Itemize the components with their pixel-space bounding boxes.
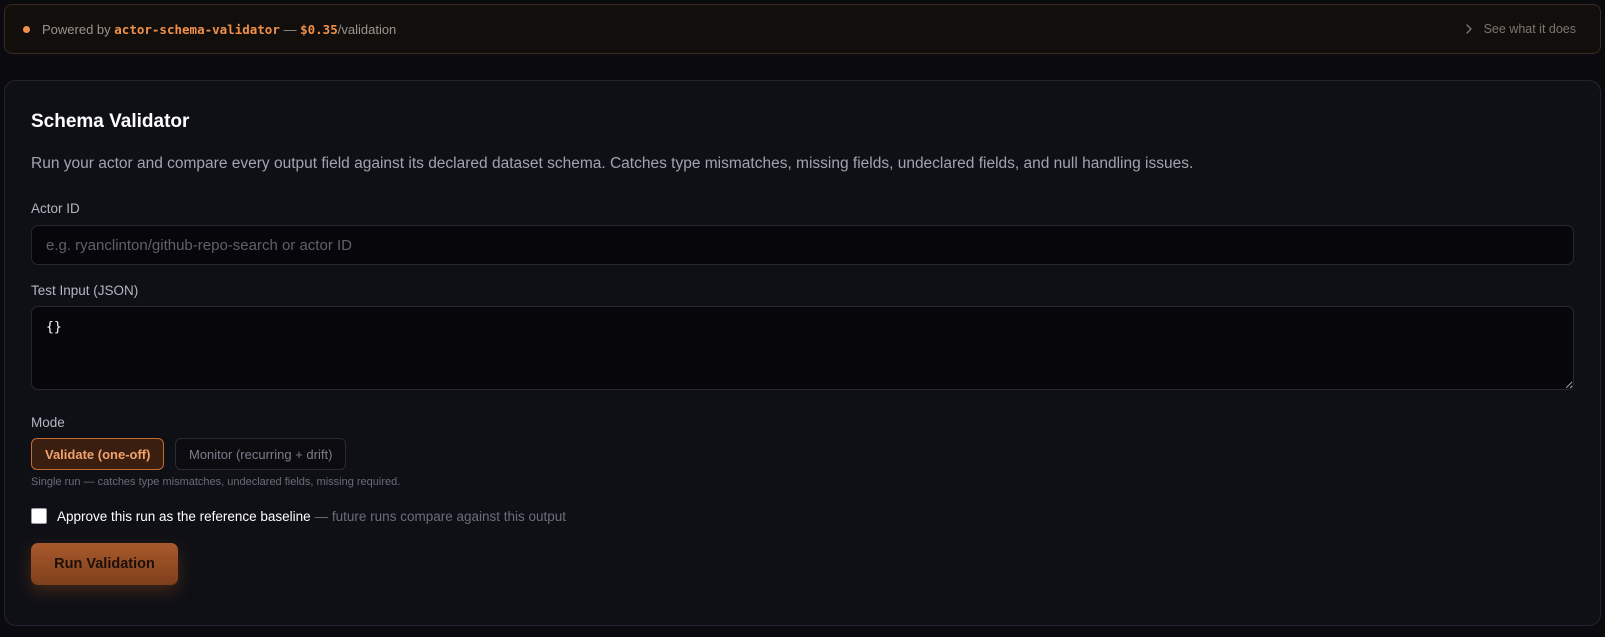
baseline-label: Approve this run as the reference baseli… [57, 508, 311, 524]
mode-label: Mode [31, 415, 65, 430]
banner-info: Powered by actor-schema-validator — $0.3… [23, 22, 396, 37]
see-what-it-does-label: See what it does [1483, 22, 1576, 36]
actor-id-input[interactable] [31, 225, 1574, 265]
run-validation-button[interactable]: Run Validation [31, 543, 178, 585]
chevron-right-icon [1465, 24, 1472, 34]
powered-by-text: Powered by [42, 21, 111, 37]
pricing-banner: Powered by actor-schema-validator — $0.3… [4, 4, 1601, 54]
price-suffix: /validation [337, 21, 397, 37]
test-input-json-textarea[interactable]: {} [31, 306, 1574, 390]
banner-separator: — [283, 21, 297, 37]
actor-name: actor-schema-validator [114, 21, 280, 37]
actor-id-label: Actor ID [31, 201, 80, 216]
see-what-it-does-link[interactable]: See what it does [1462, 22, 1576, 36]
validator-form-card: Schema Validator Run your actor and comp… [4, 80, 1601, 626]
form-title: Schema Validator [31, 111, 190, 132]
baseline-checkbox[interactable] [31, 508, 47, 524]
mode-monitor-button[interactable]: Monitor (recurring + drift) [175, 438, 347, 470]
test-input-label: Test Input (JSON) [31, 283, 139, 298]
price: $0.35 [300, 21, 338, 37]
baseline-hint: — future runs compare against this outpu… [314, 508, 567, 524]
status-dot-icon [23, 25, 30, 33]
baseline-checkbox-row: Approve this run as the reference baseli… [31, 508, 566, 524]
mode-validate-button[interactable]: Validate (one-off) [31, 438, 165, 470]
form-description: Run your actor and compare every output … [31, 155, 1194, 172]
mode-hint: Single run — catches type mismatches, un… [31, 476, 401, 488]
